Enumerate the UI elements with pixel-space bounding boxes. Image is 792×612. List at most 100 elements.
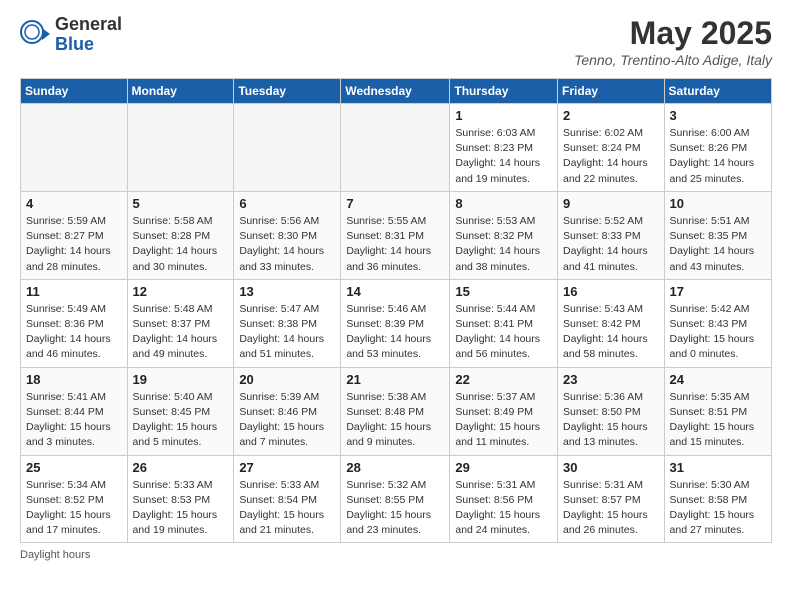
calendar-day-cell: 21Sunrise: 5:38 AMSunset: 8:48 PMDayligh… — [341, 367, 450, 455]
day-number: 24 — [670, 372, 766, 387]
day-info: Sunrise: 5:47 AMSunset: 8:38 PMDaylight:… — [239, 302, 335, 363]
calendar-day-cell: 14 Sunrise: 5:46 AMSunset: 8:39 PMDayligh… — [341, 279, 450, 367]
calendar-day-cell: 24 Sunrise: 5:35 AMSunset: 8:51 PMDayligh… — [664, 367, 771, 455]
calendar-day-cell: 1 Sunrise: 6:03 AMSunset: 8:23 PMDaylight… — [450, 104, 558, 192]
calendar-day-cell: 4 Sunrise: 5:59 AMSunset: 8:27 PMDaylight… — [21, 191, 128, 279]
calendar-day-header: Sunday — [21, 79, 128, 104]
day-info: Sunrise: 5:49 AMSunset: 8:36 PMDaylight:… — [26, 302, 122, 363]
day-info: Sunrise: 5:31 AMSunset: 8:57 PMDaylight:… — [563, 478, 659, 539]
calendar-day-cell: 18Sunrise: 5:41 AMSunset: 8:44 PMDayligh… — [21, 367, 128, 455]
day-info: Sunrise: 5:33 AMSunset: 8:53 PMDaylight:… — [133, 478, 229, 539]
footer-note: Daylight hours — [20, 549, 772, 561]
calendar-day-header: Wednesday — [341, 79, 450, 104]
day-info: Sunrise: 5:39 AMSunset: 8:46 PMDaylight:… — [239, 390, 335, 451]
day-number: 22 — [455, 372, 552, 387]
day-info: Sunrise: 5:53 AMSunset: 8:32 PMDaylight:… — [455, 214, 552, 275]
calendar-day-cell — [234, 104, 341, 192]
day-number: 1 — [455, 108, 552, 123]
day-info: Sunrise: 5:46 AMSunset: 8:39 PMDaylight:… — [346, 302, 444, 363]
month-year-title: May 2025 — [574, 15, 772, 52]
day-info: Sunrise: 5:48 AMSunset: 8:37 PMDaylight:… — [133, 302, 229, 363]
calendar-day-cell: 26 Sunrise: 5:33 AMSunset: 8:53 PMDayligh… — [127, 455, 234, 543]
calendar-day-header: Tuesday — [234, 79, 341, 104]
header: General Blue May 2025 Tenno, Trentino-Al… — [20, 15, 772, 68]
calendar-day-header: Friday — [558, 79, 665, 104]
day-info: Sunrise: 5:41 AMSunset: 8:44 PMDaylight:… — [26, 390, 122, 451]
calendar-day-cell: 13 Sunrise: 5:47 AMSunset: 8:38 PMDayligh… — [234, 279, 341, 367]
day-info: Sunrise: 5:52 AMSunset: 8:33 PMDaylight:… — [563, 214, 659, 275]
calendar-day-cell: 22Sunrise: 5:37 AMSunset: 8:49 PMDayligh… — [450, 367, 558, 455]
calendar-day-cell — [341, 104, 450, 192]
day-info: Sunrise: 5:36 AMSunset: 8:50 PMDaylight:… — [563, 390, 659, 451]
calendar-day-cell: 9Sunrise: 5:52 AMSunset: 8:33 PMDaylight… — [558, 191, 665, 279]
calendar-day-cell: 28Sunrise: 5:32 AMSunset: 8:55 PMDayligh… — [341, 455, 450, 543]
day-number: 6 — [239, 196, 335, 211]
calendar-day-cell: 20Sunrise: 5:39 AMSunset: 8:46 PMDayligh… — [234, 367, 341, 455]
calendar-day-cell: 23 Sunrise: 5:36 AMSunset: 8:50 PMDayligh… — [558, 367, 665, 455]
day-info: Sunrise: 5:38 AMSunset: 8:48 PMDaylight:… — [346, 390, 444, 451]
day-number: 26 — [133, 460, 229, 475]
day-info: Sunrise: 5:30 AMSunset: 8:58 PMDaylight:… — [670, 478, 766, 539]
day-info: Sunrise: 5:43 AMSunset: 8:42 PMDaylight:… — [563, 302, 659, 363]
day-info: Sunrise: 5:31 AMSunset: 8:56 PMDaylight:… — [455, 478, 552, 539]
calendar-day-cell: 8 Sunrise: 5:53 AMSunset: 8:32 PMDaylight… — [450, 191, 558, 279]
day-number: 25 — [26, 460, 122, 475]
calendar-day-cell: 12 Sunrise: 5:48 AMSunset: 8:37 PMDayligh… — [127, 279, 234, 367]
day-number: 16 — [563, 284, 659, 299]
calendar-day-cell — [127, 104, 234, 192]
calendar-day-cell: 3 Sunrise: 6:00 AMSunset: 8:26 PMDaylight… — [664, 104, 771, 192]
day-number: 14 — [346, 284, 444, 299]
day-info: Sunrise: 5:40 AMSunset: 8:45 PMDaylight:… — [133, 390, 229, 451]
day-number: 27 — [239, 460, 335, 475]
logo-blue-text: Blue — [55, 35, 122, 55]
day-info: Sunrise: 5:55 AMSunset: 8:31 PMDaylight:… — [346, 214, 444, 275]
calendar-day-cell: 15Sunrise: 5:44 AMSunset: 8:41 PMDayligh… — [450, 279, 558, 367]
calendar-week-row: 18Sunrise: 5:41 AMSunset: 8:44 PMDayligh… — [21, 367, 772, 455]
calendar-day-cell: 7 Sunrise: 5:55 AMSunset: 8:31 PMDaylight… — [341, 191, 450, 279]
day-info: Sunrise: 5:59 AMSunset: 8:27 PMDaylight:… — [26, 214, 122, 275]
day-number: 19 — [133, 372, 229, 387]
day-info: Sunrise: 5:42 AMSunset: 8:43 PMDaylight:… — [670, 302, 766, 363]
day-info: Sunrise: 6:02 AMSunset: 8:24 PMDaylight:… — [563, 126, 659, 187]
calendar-week-row: 25Sunrise: 5:34 AMSunset: 8:52 PMDayligh… — [21, 455, 772, 543]
calendar-day-cell: 17Sunrise: 5:42 AMSunset: 8:43 PMDayligh… — [664, 279, 771, 367]
day-info: Sunrise: 6:03 AMSunset: 8:23 PMDaylight:… — [455, 126, 552, 187]
calendar-day-cell — [21, 104, 128, 192]
day-number: 10 — [670, 196, 766, 211]
day-info: Sunrise: 5:51 AMSunset: 8:35 PMDaylight:… — [670, 214, 766, 275]
day-number: 8 — [455, 196, 552, 211]
day-number: 3 — [670, 108, 766, 123]
day-number: 29 — [455, 460, 552, 475]
location-subtitle: Tenno, Trentino-Alto Adige, Italy — [574, 52, 772, 68]
calendar-day-cell: 6Sunrise: 5:56 AMSunset: 8:30 PMDaylight… — [234, 191, 341, 279]
logo: General Blue — [20, 15, 122, 55]
calendar-day-header: Thursday — [450, 79, 558, 104]
day-info: Sunrise: 5:58 AMSunset: 8:28 PMDaylight:… — [133, 214, 229, 275]
day-number: 28 — [346, 460, 444, 475]
calendar-day-cell: 11 Sunrise: 5:49 AMSunset: 8:36 PMDayligh… — [21, 279, 128, 367]
page: General Blue May 2025 Tenno, Trentino-Al… — [0, 0, 792, 576]
calendar-week-row: 4 Sunrise: 5:59 AMSunset: 8:27 PMDaylight… — [21, 191, 772, 279]
day-number: 23 — [563, 372, 659, 387]
day-info: Sunrise: 5:35 AMSunset: 8:51 PMDaylight:… — [670, 390, 766, 451]
day-number: 4 — [26, 196, 122, 211]
day-number: 11 — [26, 284, 122, 299]
calendar-day-cell: 10 Sunrise: 5:51 AMSunset: 8:35 PMDayligh… — [664, 191, 771, 279]
day-info: Sunrise: 5:33 AMSunset: 8:54 PMDaylight:… — [239, 478, 335, 539]
calendar-week-row: 11 Sunrise: 5:49 AMSunset: 8:36 PMDayligh… — [21, 279, 772, 367]
day-info: Sunrise: 6:00 AMSunset: 8:26 PMDaylight:… — [670, 126, 766, 187]
calendar-day-cell: 27 Sunrise: 5:33 AMSunset: 8:54 PMDayligh… — [234, 455, 341, 543]
logo-text: General Blue — [55, 15, 122, 55]
calendar-day-header: Monday — [127, 79, 234, 104]
day-number: 13 — [239, 284, 335, 299]
day-number: 31 — [670, 460, 766, 475]
calendar-day-cell: 2Sunrise: 6:02 AMSunset: 8:24 PMDaylight… — [558, 104, 665, 192]
logo-general-text: General — [55, 15, 122, 35]
calendar-week-row: 1 Sunrise: 6:03 AMSunset: 8:23 PMDaylight… — [21, 104, 772, 192]
calendar-day-cell: 31 Sunrise: 5:30 AMSunset: 8:58 PMDayligh… — [664, 455, 771, 543]
calendar-day-header: Saturday — [664, 79, 771, 104]
day-number: 12 — [133, 284, 229, 299]
logo-icon — [20, 20, 50, 50]
day-number: 7 — [346, 196, 444, 211]
calendar-day-cell: 29 Sunrise: 5:31 AMSunset: 8:56 PMDayligh… — [450, 455, 558, 543]
